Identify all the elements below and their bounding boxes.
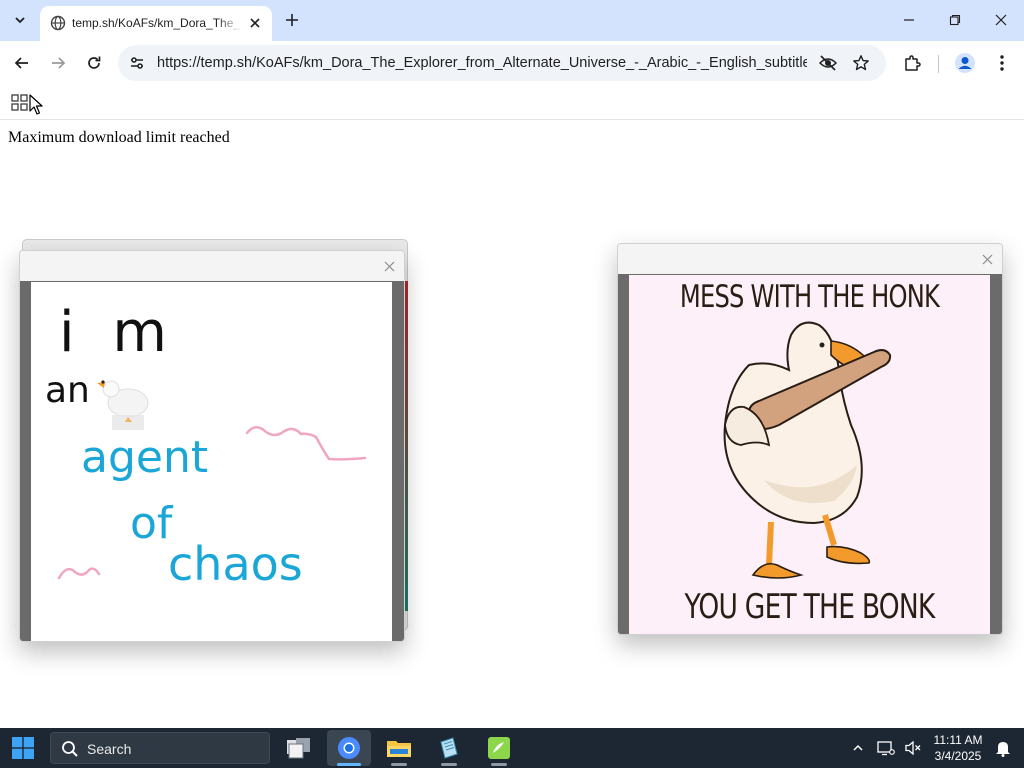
open-indicator — [391, 763, 407, 766]
popup-agent-of-chaos: i m an agent of chaos — [19, 250, 405, 642]
tab-strip: temp.sh/KoAFs/km_Dora_The_Explorer_from_… — [0, 0, 1024, 41]
popup-close-button[interactable] — [978, 250, 996, 268]
taskbar-chrome[interactable] — [327, 730, 371, 766]
eye-off-icon — [818, 55, 838, 71]
clock-date: 3/4/2025 — [934, 749, 982, 763]
close-icon — [384, 261, 394, 271]
page-content: Maximum download limit reached i m an ag… — [0, 121, 1024, 728]
new-tab-button[interactable] — [280, 8, 304, 32]
clock-time: 11:11 AM — [933, 733, 983, 747]
task-view-icon — [287, 738, 310, 759]
plus-icon — [286, 14, 298, 26]
tray-network[interactable] — [876, 738, 896, 758]
meme-bottom-text: YOU GET THE BONK — [684, 587, 935, 627]
popup-header — [618, 244, 1002, 274]
doodle-text-i-m: i m — [59, 300, 169, 365]
toolbar-separator — [938, 55, 939, 73]
arrow-right-icon — [52, 57, 66, 69]
paint-icon — [488, 737, 510, 759]
bookmark-star-button[interactable] — [851, 53, 871, 73]
arrow-left-icon — [14, 57, 28, 69]
tab-close-button[interactable] — [245, 13, 265, 33]
doodle-text-chaos: chaos — [168, 537, 303, 591]
puzzle-icon — [905, 55, 921, 71]
url-text[interactable]: https://temp.sh/KoAFs/km_Dora_The_Explor… — [157, 55, 807, 72]
doodle-text-of: of — [130, 498, 173, 549]
close-icon — [995, 14, 1007, 26]
reload-icon — [88, 56, 101, 69]
restore-icon — [949, 14, 961, 26]
tune-icon — [131, 57, 143, 69]
notifications-button[interactable] — [993, 738, 1013, 758]
taskbar-app-paint[interactable] — [477, 730, 521, 766]
chevron-up-icon — [853, 744, 863, 751]
meme-image: MESS WITH THE HONK YOU GET THE BONK — [629, 275, 990, 634]
tab-search-button[interactable] — [7, 7, 33, 33]
extensions-button[interactable] — [899, 50, 925, 76]
apps-grid-icon[interactable] — [10, 93, 30, 113]
open-indicator — [491, 763, 507, 766]
bell-icon — [996, 742, 1010, 757]
minimize-button[interactable] — [886, 0, 932, 40]
browser-toolbar: https://temp.sh/KoAFs/km_Dora_The_Explor… — [0, 41, 1024, 86]
taskbar-app-notes[interactable] — [427, 730, 471, 766]
chevron-down-icon — [15, 17, 25, 24]
folder-icon — [387, 741, 411, 757]
address-bar[interactable]: https://temp.sh/KoAFs/km_Dora_The_Explor… — [118, 45, 886, 81]
avatar-icon — [955, 53, 975, 73]
active-tab[interactable]: temp.sh/KoAFs/km_Dora_The_Explorer_from_… — [40, 6, 272, 41]
network-icon — [877, 741, 895, 756]
close-icon — [250, 18, 260, 28]
download-limit-message: Maximum download limit reached — [8, 129, 230, 146]
tracking-protection-button[interactable] — [818, 53, 838, 73]
active-indicator — [337, 763, 361, 766]
globe-icon — [50, 15, 66, 31]
open-indicator — [441, 763, 457, 766]
taskbar-search[interactable]: Search — [50, 732, 270, 764]
taskbar: Search 11:11 AM 3/4/2025 — [0, 728, 1024, 768]
notes-icon — [440, 737, 458, 759]
doodle-text-an: an — [45, 370, 90, 411]
close-window-button[interactable] — [978, 0, 1024, 40]
doodle-text-agent: agent — [81, 432, 209, 483]
tray-overflow-button[interactable] — [848, 738, 868, 758]
chrome-icon — [338, 737, 360, 759]
close-icon — [982, 254, 992, 264]
doodle-canvas: i m an agent of chaos — [31, 282, 392, 641]
meme-top-text: MESS WITH THE HONK — [679, 279, 940, 315]
taskbar-file-explorer[interactable] — [377, 730, 421, 766]
windows-start-icon[interactable] — [12, 737, 34, 759]
task-view-button[interactable] — [277, 730, 321, 766]
mouse-cursor-icon — [29, 94, 43, 115]
back-button[interactable] — [8, 49, 36, 77]
popup-body: i m an agent of chaos — [20, 281, 404, 641]
popup-close-button[interactable] — [380, 257, 398, 275]
menu-button[interactable] — [989, 50, 1015, 76]
search-label: Search — [87, 741, 132, 757]
popup-header — [20, 251, 404, 281]
reload-button[interactable] — [80, 49, 108, 77]
search-icon — [62, 741, 78, 757]
profile-button[interactable] — [952, 50, 978, 76]
popup-honk-meme: MESS WITH THE HONK YOU GET THE BONK — [617, 243, 1003, 635]
taskbar-clock[interactable]: 11:11 AM 3/4/2025 — [928, 732, 988, 764]
minimize-icon — [904, 19, 914, 21]
tab-title: temp.sh/KoAFs/km_Dora_The_Explorer_from_… — [72, 16, 242, 30]
restore-button[interactable] — [932, 0, 978, 40]
more-vertical-icon — [1000, 55, 1004, 71]
forward-button[interactable] — [44, 49, 72, 77]
site-info-button[interactable] — [127, 53, 147, 73]
volume-muted-icon — [905, 740, 921, 756]
bookmarks-bar — [0, 86, 1024, 120]
popup-body: MESS WITH THE HONK YOU GET THE BONK — [618, 274, 1002, 634]
tray-volume[interactable] — [903, 738, 923, 758]
star-icon — [853, 55, 869, 71]
goose-illustration — [723, 321, 892, 579]
